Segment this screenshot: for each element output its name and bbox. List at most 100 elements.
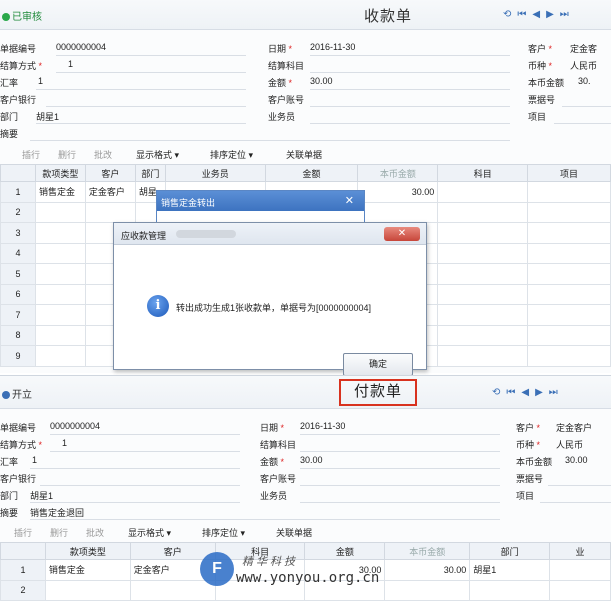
col-header[interactable]: 项目 [527,164,611,182]
next-record-icon[interactable]: ▶ [546,9,560,20]
sort-locate-button[interactable]: 排序定位 ▾ [202,526,245,539]
prev-record-icon[interactable]: ◀ [532,9,546,20]
payment-nav[interactable]: ⟲⏮◀▶⏭ [492,387,564,398]
insert-row-button[interactable]: 插行 [22,148,40,161]
col-header[interactable]: 部门 [469,542,551,560]
col-header[interactable]: 业 [549,542,611,560]
col-header[interactable]: 金额 [264,164,359,182]
local-amount-field[interactable]: 30. [578,76,591,86]
settle-field[interactable]: 1 [62,438,67,448]
table-cell[interactable] [34,242,86,264]
customer-field[interactable]: 定金客户 [556,421,592,434]
related-docs-button[interactable]: 关联单据 [276,526,312,539]
table-cell[interactable]: 销售定金 [44,559,131,581]
refresh-icon[interactable]: ⟲ [503,9,517,20]
close-icon[interactable]: ✕ [345,194,354,207]
delete-row-button[interactable]: 删行 [58,148,76,161]
table-cell[interactable] [549,559,611,581]
table-cell[interactable] [527,283,611,305]
receipt-nav[interactable]: ⟲⏮◀▶⏭ [503,9,575,20]
table-cell[interactable] [527,345,611,367]
row-number: 3 [0,222,36,244]
table-cell[interactable] [549,579,611,601]
table-cell[interactable] [34,201,86,223]
table-cell[interactable] [437,324,529,346]
col-header[interactable]: 本币金额 [357,164,439,182]
table-cell[interactable] [527,222,611,244]
ok-button[interactable]: 确定 [343,353,413,376]
table-cell[interactable] [34,283,86,305]
date-field[interactable]: 2016-11-30 [300,421,345,431]
table-cell[interactable] [469,579,551,601]
refresh-icon[interactable]: ⟲ [492,387,506,398]
amount-field[interactable]: 30.00 [310,76,333,86]
related-docs-button[interactable]: 关联单据 [286,148,322,161]
table-cell[interactable]: 30.00 [357,181,439,203]
currency-field[interactable]: 人民币 [570,59,597,72]
sort-locate-button[interactable]: 排序定位 ▾ [210,148,253,161]
row-number: 1 [0,181,36,203]
currency-field[interactable]: 人民币 [556,438,583,451]
table-cell[interactable] [437,181,529,203]
table-cell[interactable] [34,222,86,244]
first-record-icon[interactable]: ⏮ [517,9,532,20]
rate-field[interactable]: 1 [32,455,37,465]
table-cell[interactable]: 胡星1 [469,559,551,581]
col-header[interactable]: 业务员 [164,164,266,182]
table-cell[interactable]: 定金客户 [84,181,136,203]
table-cell[interactable] [437,283,529,305]
col-header[interactable]: 款项类型 [44,542,131,560]
col-header[interactable]: 款项类型 [34,164,86,182]
display-format-button[interactable]: 显示格式 ▾ [128,526,171,539]
table-cell[interactable] [437,242,529,264]
first-record-icon[interactable]: ⏮ [506,387,521,398]
table-cell[interactable] [527,304,611,326]
local-amount-field[interactable]: 30.00 [565,455,588,465]
doc-no-field[interactable]: 0000000004 [50,421,100,431]
watermark-company: 精华科技 [242,556,298,568]
rate-field[interactable]: 1 [38,76,43,86]
table-cell[interactable] [527,242,611,264]
table-cell[interactable] [437,263,529,285]
last-record-icon[interactable]: ⏭ [549,387,564,398]
dept-field[interactable]: 胡星1 [36,110,59,123]
table-cell[interactable] [527,201,611,223]
project-label: 项目 [528,112,547,122]
table-cell[interactable] [437,201,529,223]
last-record-icon[interactable]: ⏭ [560,9,575,20]
amount-field[interactable]: 30.00 [300,455,323,465]
dept-field[interactable]: 胡星1 [30,489,53,502]
table-cell[interactable] [34,345,86,367]
table-cell[interactable] [44,579,131,601]
table-cell[interactable] [437,345,529,367]
next-record-icon[interactable]: ▶ [535,387,549,398]
delete-row-button[interactable]: 删行 [50,526,68,539]
table-cell[interactable] [84,201,136,223]
memo-field[interactable]: 销售定金退回 [30,506,84,519]
table-cell[interactable] [34,324,86,346]
date-field[interactable]: 2016-11-30 [310,42,355,52]
doc-no-field[interactable]: 0000000004 [56,42,106,52]
col-header[interactable]: 科目 [437,164,529,182]
table-cell[interactable] [34,263,86,285]
close-button[interactable]: ✕ [384,227,420,241]
row-number: 7 [0,304,36,326]
batch-edit-button[interactable]: 批改 [86,526,104,539]
prev-record-icon[interactable]: ◀ [521,387,535,398]
table-cell[interactable] [527,181,611,203]
insert-row-button[interactable]: 插行 [14,526,32,539]
customer-field[interactable]: 定金客 [570,42,597,55]
table-cell[interactable] [34,304,86,326]
table-cell[interactable] [527,263,611,285]
receipt-title: 收款单 [364,8,413,25]
table-cell[interactable] [437,304,529,326]
display-format-button[interactable]: 显示格式 ▾ [136,148,179,161]
table-cell[interactable] [357,201,439,223]
settle-field[interactable]: 1 [68,59,73,69]
table-cell[interactable]: 销售定金 [34,181,86,203]
table-cell[interactable] [437,222,529,244]
col-header[interactable]: 客户 [84,164,136,182]
table-cell[interactable] [527,324,611,346]
col-header[interactable]: 部门 [134,164,166,182]
batch-edit-button[interactable]: 批改 [94,148,112,161]
